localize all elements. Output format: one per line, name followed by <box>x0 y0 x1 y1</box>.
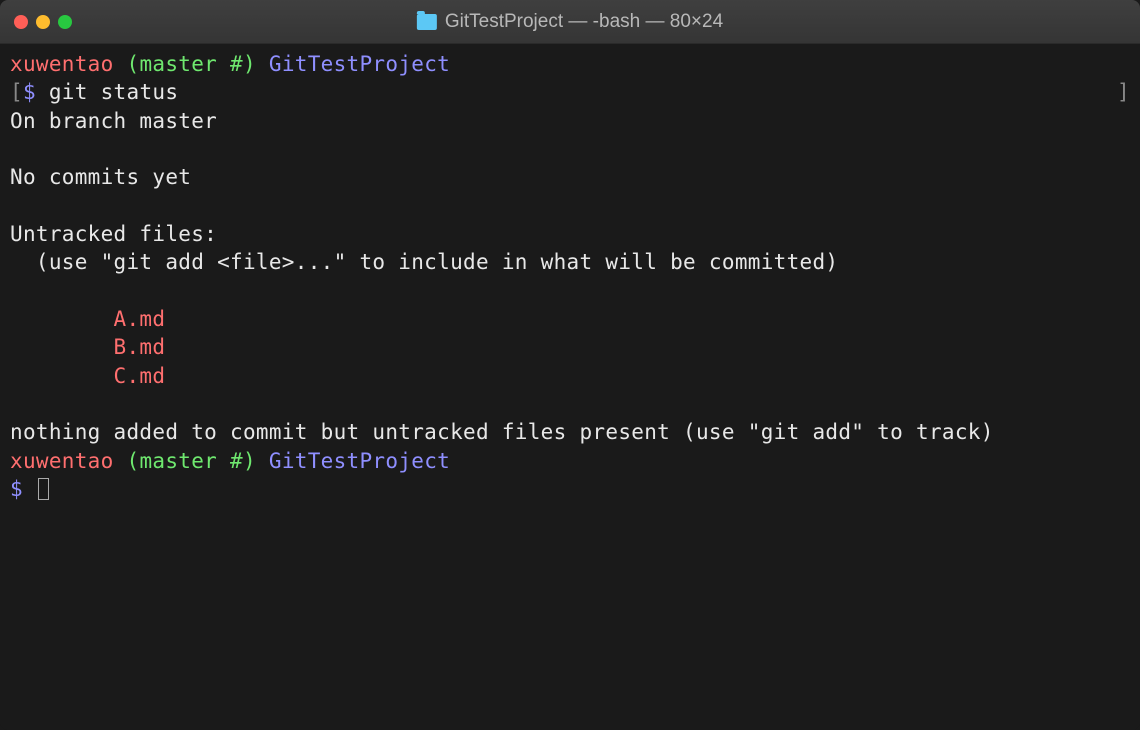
folder-icon <box>417 14 437 30</box>
terminal-body[interactable]: xuwentao (master #) GitTestProject [$ gi… <box>0 44 1140 730</box>
title-text: GitTestProject — -bash — 80×24 <box>445 11 723 33</box>
prompt-branch: (master #) <box>127 52 256 76</box>
output-blank-1 <box>10 135 1130 163</box>
untracked-file-1: A.md <box>10 305 1130 333</box>
prompt-user: xuwentao <box>10 52 114 76</box>
command-line: [$ git status] <box>10 78 1130 106</box>
bracket-close: ] <box>1117 78 1130 106</box>
bracket-open: [ <box>10 80 23 104</box>
output-blank-4 <box>10 390 1130 418</box>
output-summary: nothing added to commit but untracked fi… <box>10 418 1130 446</box>
minimize-button[interactable] <box>36 15 50 29</box>
prompt-line-2: xuwentao (master #) GitTestProject <box>10 447 1130 475</box>
prompt-branch: (master #) <box>127 449 256 473</box>
prompt-path: GitTestProject <box>269 52 450 76</box>
window-title: GitTestProject — -bash — 80×24 <box>417 11 723 33</box>
prompt-sigil: $ <box>23 80 49 104</box>
maximize-button[interactable] <box>58 15 72 29</box>
cursor <box>38 478 49 500</box>
untracked-file-2: B.md <box>10 333 1130 361</box>
output-untracked-hint: (use "git add <file>..." to include in w… <box>10 248 1130 276</box>
output-branch: On branch master <box>10 107 1130 135</box>
titlebar[interactable]: GitTestProject — -bash — 80×24 <box>0 0 1140 44</box>
terminal-window: GitTestProject — -bash — 80×24 xuwentao … <box>0 0 1140 730</box>
output-blank-2 <box>10 192 1130 220</box>
untracked-file-3: C.md <box>10 362 1130 390</box>
prompt-input-line[interactable]: $ <box>10 475 1130 503</box>
close-button[interactable] <box>14 15 28 29</box>
output-untracked-header: Untracked files: <box>10 220 1130 248</box>
output-blank-3 <box>10 277 1130 305</box>
traffic-lights <box>14 15 72 29</box>
command-text: git status <box>49 80 178 104</box>
prompt-user: xuwentao <box>10 449 114 473</box>
prompt-sigil: $ <box>10 477 36 501</box>
prompt-line-1: xuwentao (master #) GitTestProject <box>10 50 1130 78</box>
prompt-path: GitTestProject <box>269 449 450 473</box>
output-no-commits: No commits yet <box>10 163 1130 191</box>
